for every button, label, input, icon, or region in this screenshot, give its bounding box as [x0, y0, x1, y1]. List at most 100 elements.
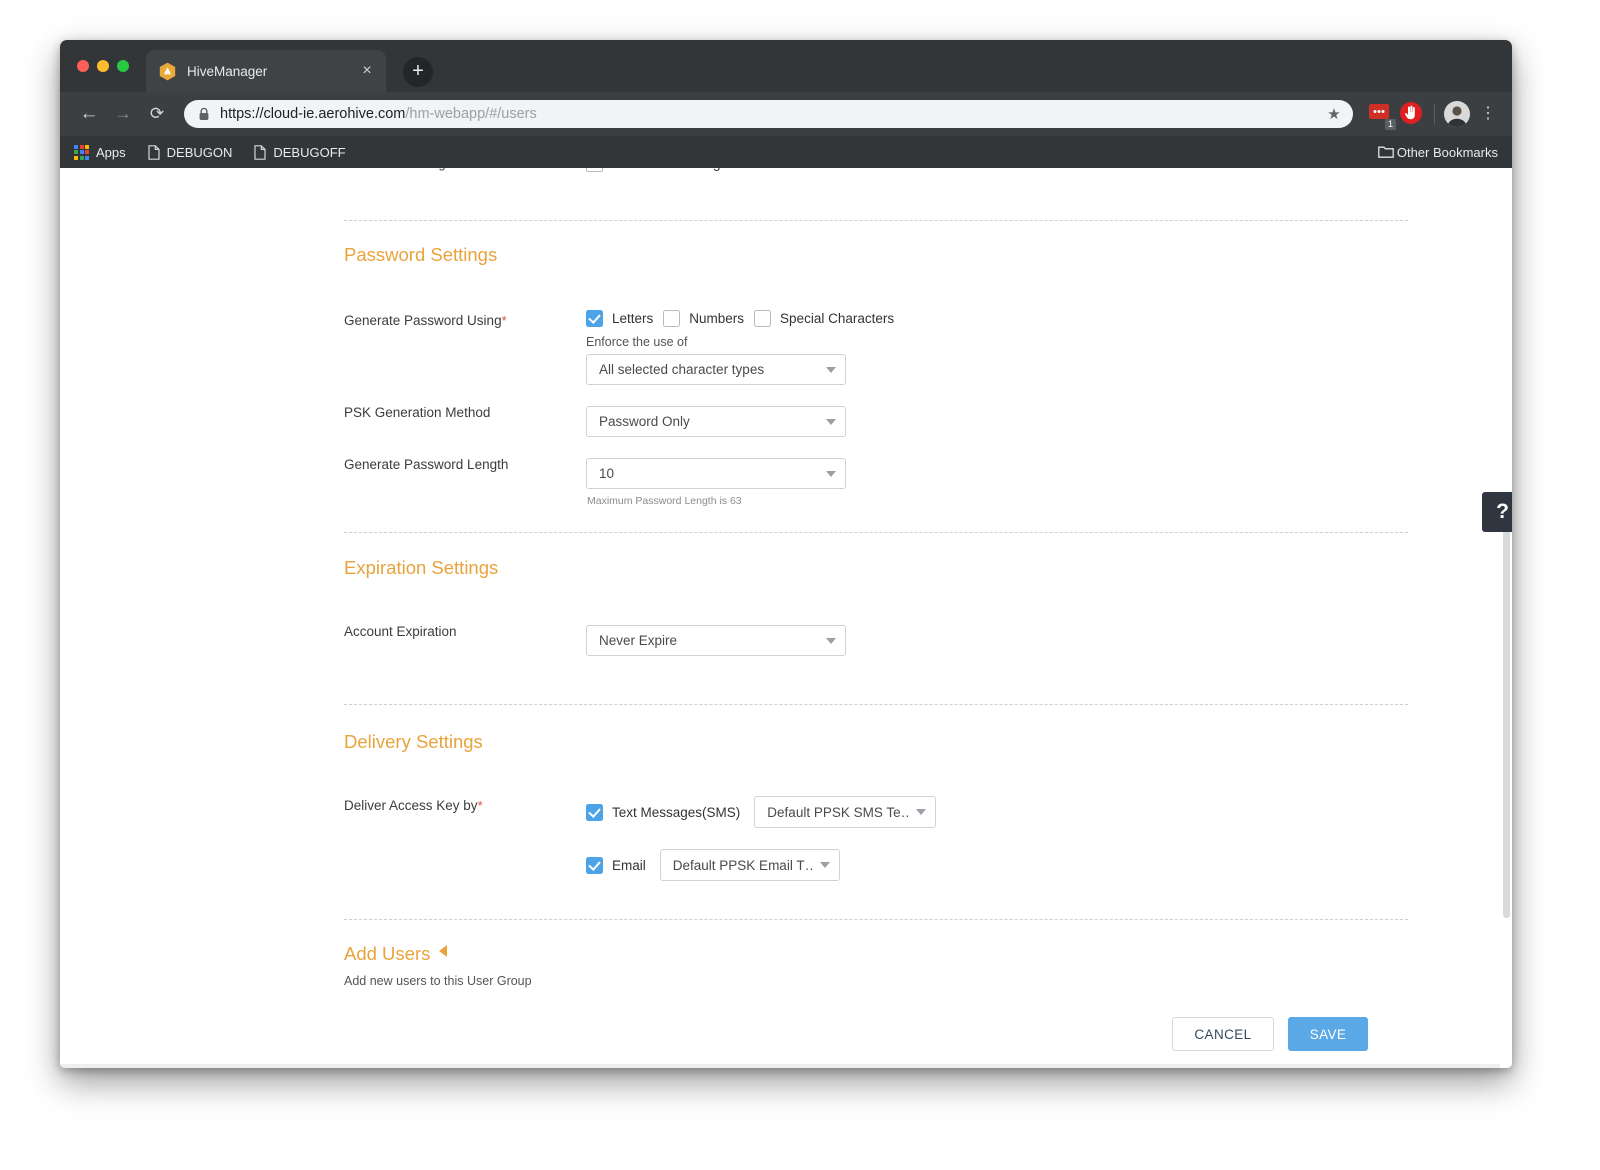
new-tab-button[interactable]: +	[403, 57, 433, 87]
other-bookmarks-label: Other Bookmarks	[1397, 145, 1498, 160]
url-domain: https://cloud-ie.aerohive.com	[220, 106, 405, 122]
bookmark-apps[interactable]: Apps	[74, 145, 126, 160]
sms-delivery-checkbox[interactable]	[586, 804, 603, 821]
sms-template-select[interactable]: Default PPSK SMS Te…	[754, 796, 936, 828]
account-expiration-value: Never Expire	[599, 633, 818, 648]
enforce-use-of-label: Enforce the use of	[586, 335, 687, 349]
divider	[344, 220, 1408, 221]
cancel-button[interactable]: CANCEL	[1172, 1017, 1274, 1051]
bookmark-label: DEBUGON	[167, 145, 233, 160]
chevron-down-icon	[916, 809, 926, 815]
section-title-expiration-settings: Expiration Settings	[344, 557, 498, 579]
document-icon	[254, 145, 266, 160]
special-characters-checkbox[interactable]	[754, 310, 771, 327]
deliver-access-key-by-text: Deliver Access Key by	[344, 798, 478, 813]
numbers-checkbox[interactable]	[663, 310, 680, 327]
collapse-left-triangle-icon[interactable]	[439, 945, 447, 957]
stop-hand-extension-icon[interactable]	[1399, 101, 1425, 127]
chevron-down-icon	[820, 862, 830, 868]
vertical-scrollbar-thumb[interactable]	[1503, 498, 1510, 918]
forward-button[interactable]: →	[106, 97, 140, 131]
browser-tab-hivemanager[interactable]: HiveManager ×	[146, 50, 386, 92]
required-asterisk: *	[502, 313, 507, 328]
email-template-select[interactable]: Default PPSK Email T…	[660, 849, 840, 881]
chevron-down-icon	[826, 419, 836, 425]
special-characters-label: Special Characters	[780, 311, 894, 326]
sms-delivery-label: Text Messages(SMS)	[612, 805, 740, 820]
email-delivery-checkbox[interactable]	[586, 857, 603, 874]
lock-icon	[198, 107, 210, 121]
enable-cwp-register-label: Enable CWP Register	[344, 168, 470, 171]
save-button[interactable]: SAVE	[1288, 1017, 1368, 1051]
extension-badge-count: 1	[1385, 119, 1396, 130]
bookmark-debugon[interactable]: DEBUGON	[148, 145, 233, 160]
browser-toolbar: ← → ⟳ https://cloud-ie.aerohive.com/hm-w…	[60, 92, 1512, 136]
email-delivery-label: Email	[612, 858, 646, 873]
url-path: /hm-webapp/#/users	[405, 106, 536, 122]
hexagon-icon	[159, 62, 176, 81]
avatar[interactable]	[1444, 101, 1470, 127]
section-title-delivery-settings: Delivery Settings	[344, 731, 483, 753]
bookmark-star-icon[interactable]: ★	[1325, 105, 1343, 123]
psk-generation-method-value: Password Only	[599, 414, 818, 429]
numbers-label: Numbers	[689, 311, 744, 326]
back-button[interactable]: ←	[72, 97, 106, 131]
enable-cwp-register-checkbox-label: Enable CWP Register	[615, 168, 746, 171]
ublock-extension-icon[interactable]: 1	[1367, 101, 1393, 127]
divider	[344, 919, 1408, 920]
enable-cwp-register-checkbox[interactable]	[586, 168, 603, 172]
section-title-password-settings: Password Settings	[344, 244, 497, 266]
page-viewport: Enable CWP Register Enable CWP Register …	[60, 168, 1512, 1068]
tab-title: HiveManager	[187, 64, 358, 79]
character-type-checkbox-group: Letters Numbers Special Characters	[586, 310, 894, 327]
close-window-button[interactable]	[77, 60, 89, 72]
toolbar-divider	[1434, 104, 1435, 124]
generate-password-length-value: 10	[599, 466, 818, 481]
chevron-down-icon	[826, 367, 836, 373]
add-users-description: Add new users to this User Group	[344, 974, 532, 988]
bookmark-debugoff[interactable]: DEBUGOFF	[254, 145, 345, 160]
help-button[interactable]: ?	[1482, 492, 1512, 532]
generate-password-length-select[interactable]: 10	[586, 458, 846, 489]
divider	[344, 532, 1408, 533]
letters-checkbox[interactable]	[586, 310, 603, 327]
window-traffic-lights	[77, 60, 129, 72]
generate-password-using-label: Generate Password Using*	[344, 313, 507, 328]
chevron-down-icon	[826, 638, 836, 644]
address-bar[interactable]: https://cloud-ie.aerohive.com/hm-webapp/…	[184, 100, 1353, 128]
account-expiration-label: Account Expiration	[344, 624, 457, 639]
psk-generation-method-label: PSK Generation Method	[344, 405, 490, 420]
sms-delivery-row: Text Messages(SMS) Default PPSK SMS Te…	[586, 796, 936, 828]
browser-window: HiveManager × + ← → ⟳ https://cloud-ie.a…	[60, 40, 1512, 1068]
enable-cwp-register-row: Enable CWP Register Enable CWP Register	[60, 168, 1512, 186]
letters-label: Letters	[612, 311, 653, 326]
bookmarks-bar: Apps DEBUGON DEBUGOFF	[60, 136, 1512, 168]
minimize-window-button[interactable]	[97, 60, 109, 72]
email-delivery-row: Email Default PPSK Email T…	[586, 849, 840, 881]
deliver-access-key-by-label: Deliver Access Key by*	[344, 798, 483, 813]
close-icon[interactable]: ×	[358, 62, 376, 80]
reload-button[interactable]: ⟳	[140, 97, 174, 131]
password-length-hint: Maximum Password Length is 63	[587, 495, 742, 507]
chevron-down-icon	[826, 471, 836, 477]
vertical-scrollbar[interactable]	[1500, 168, 1512, 1068]
folder-icon	[1378, 145, 1390, 160]
maximize-window-button[interactable]	[117, 60, 129, 72]
divider	[344, 704, 1408, 705]
account-expiration-select[interactable]: Never Expire	[586, 625, 846, 656]
required-asterisk: *	[478, 798, 483, 813]
generate-password-length-label: Generate Password Length	[344, 457, 508, 472]
generate-password-using-text: Generate Password Using	[344, 313, 502, 328]
sms-template-value: Default PPSK SMS Te…	[767, 805, 908, 820]
other-bookmarks-folder[interactable]: Other Bookmarks	[1378, 145, 1498, 160]
enforce-character-types-value: All selected character types	[599, 362, 818, 377]
psk-generation-method-select[interactable]: Password Only	[586, 406, 846, 437]
section-title-add-users[interactable]: Add Users	[344, 943, 447, 965]
add-users-title-text: Add Users	[344, 943, 430, 964]
enforce-character-types-select[interactable]: All selected character types	[586, 354, 846, 385]
tab-strip: HiveManager × +	[60, 40, 1512, 92]
apps-grid-icon	[74, 145, 89, 160]
browser-menu-button[interactable]: ⋮	[1476, 107, 1500, 121]
horizontal-scrollbar[interactable]	[60, 1064, 1500, 1068]
email-template-value: Default PPSK Email T…	[673, 858, 812, 873]
